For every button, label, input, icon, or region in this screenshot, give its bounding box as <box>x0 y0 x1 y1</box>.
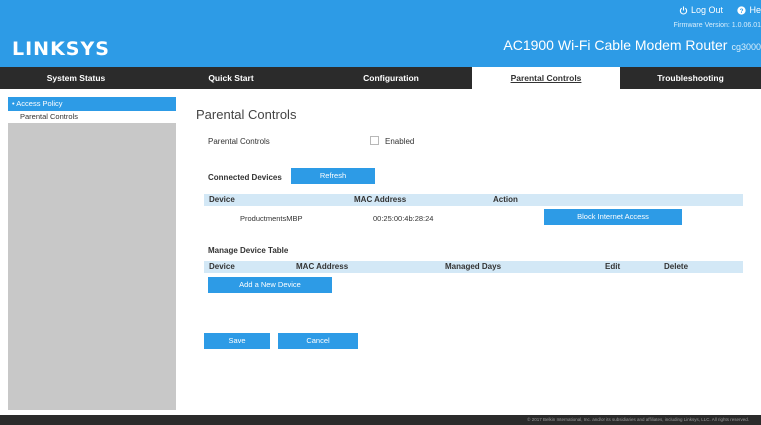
tab-quick-start[interactable]: Quick Start <box>152 67 310 89</box>
col-device: Device <box>209 195 235 204</box>
model-number: cg3000 <box>731 42 761 52</box>
col-mac-address: MAC Address <box>354 195 407 204</box>
tab-configuration[interactable]: Configuration <box>310 67 472 89</box>
connected-table-header: Device MAC Address Action <box>204 194 743 206</box>
sidebar-item-parental-controls[interactable]: Parental Controls <box>8 111 176 123</box>
page-title: Parental Controls <box>196 107 297 122</box>
sidebar: • Access Policy Parental Controls <box>8 97 176 410</box>
footer-bar: © 2017 Belkin International, Inc. and/or… <box>0 415 761 425</box>
enabled-label: Enabled <box>385 137 415 146</box>
cancel-button[interactable]: Cancel <box>278 333 358 349</box>
manage-device-table-title: Manage Device Table <box>208 246 289 255</box>
model-name: AC1900 Wi-Fi Cable Modem Router cg3000 <box>503 37 761 53</box>
row-mac-address: 00:25:00:4b:28:24 <box>373 214 434 223</box>
col-device: Device <box>209 262 235 271</box>
main-content: Parental Controls Parental Controls Enab… <box>192 97 752 410</box>
manage-table-header: Device MAC Address Managed Days Edit Del… <box>204 261 743 273</box>
help-icon: ? <box>737 5 747 15</box>
tab-system-status[interactable]: System Status <box>0 67 152 89</box>
svg-text:?: ? <box>740 8 744 15</box>
save-button[interactable]: Save <box>204 333 270 349</box>
main-nav: System Status Quick Start Configuration … <box>0 67 761 89</box>
logout-label: Log Out <box>690 5 723 15</box>
help-link[interactable]: ? He <box>737 5 761 15</box>
copyright-text: © 2017 Belkin International, Inc. and/or… <box>527 417 749 422</box>
col-managed-days: Managed Days <box>445 262 502 271</box>
col-edit: Edit <box>605 262 621 271</box>
logout-link[interactable]: Log Out <box>679 5 723 15</box>
connected-devices-title: Connected Devices <box>208 173 282 182</box>
help-label: He <box>749 5 761 15</box>
sidebar-item-access-policy[interactable]: • Access Policy <box>8 97 176 111</box>
power-icon <box>679 5 688 14</box>
router-admin-page: LINKSYS Log Out ? He Firmware Version: 1… <box>0 0 761 425</box>
tab-troubleshooting[interactable]: Troubleshooting <box>620 67 761 89</box>
row-device-name: ProductmentsMBP <box>240 214 303 223</box>
model-label: AC1900 Wi-Fi Cable Modem Router <box>503 37 728 53</box>
col-mac-address: MAC Address <box>296 262 349 271</box>
col-action: Action <box>493 195 518 204</box>
firmware-version: Firmware Version: 1.0.06.01 <box>673 22 761 29</box>
add-new-device-button[interactable]: Add a New Device <box>208 277 332 293</box>
tab-parental-controls[interactable]: Parental Controls <box>472 67 620 89</box>
block-internet-access-button[interactable]: Block Internet Access <box>544 209 682 225</box>
parental-controls-label: Parental Controls <box>208 137 270 146</box>
col-delete: Delete <box>664 262 689 271</box>
linksys-logo: LINKSYS <box>12 38 110 60</box>
enabled-checkbox[interactable] <box>370 136 379 145</box>
header-bar: LINKSYS Log Out ? He Firmware Version: 1… <box>0 0 761 67</box>
refresh-button[interactable]: Refresh <box>291 168 375 184</box>
header-links: Log Out ? He <box>667 5 761 17</box>
